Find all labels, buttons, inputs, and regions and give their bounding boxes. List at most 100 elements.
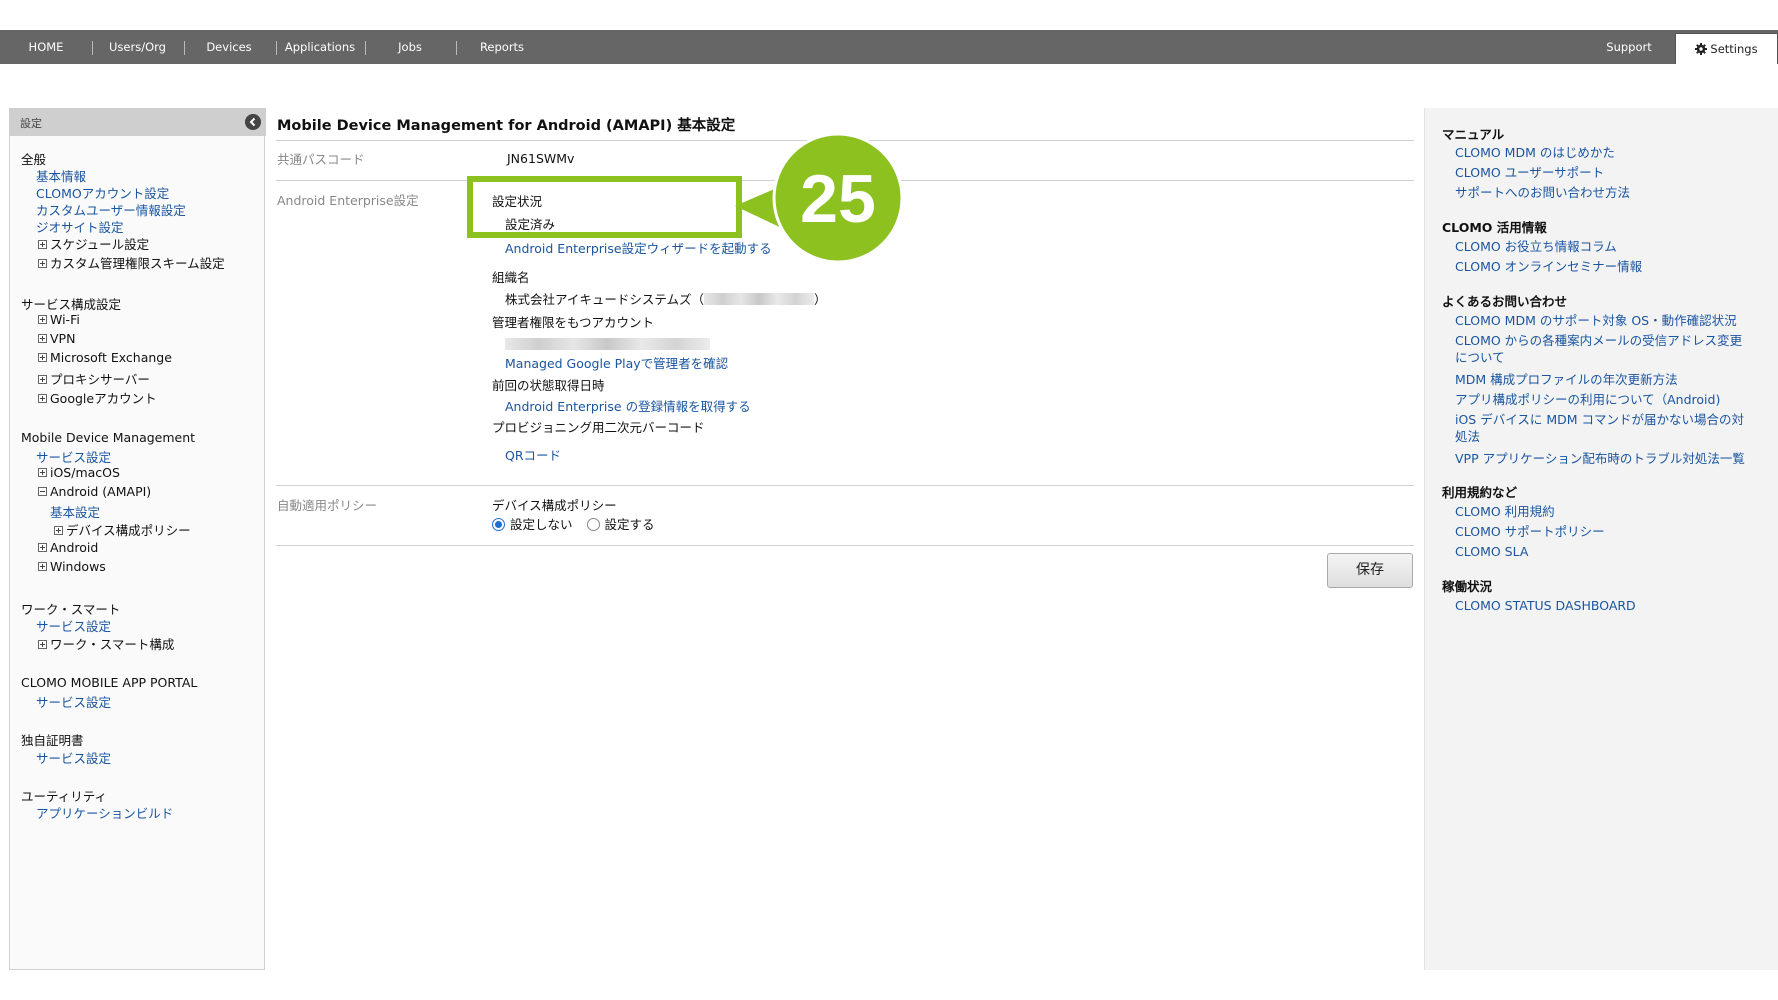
divider [276, 545, 1414, 546]
passcode-label: 共通パスコード [277, 152, 365, 167]
sidebar-item-wifi[interactable]: Wi-Fi [38, 312, 80, 327]
sidebar-link-mdm-service[interactable]: サービス設定 [36, 447, 111, 466]
admin-account-value [505, 337, 710, 352]
nav-reports[interactable]: Reports [466, 30, 538, 64]
sidebar-item-android-amapi[interactable]: Android (AMAPI) [38, 484, 151, 499]
expand-icon [38, 353, 47, 362]
expand-icon [38, 562, 47, 571]
sidebar-item-android[interactable]: Android [38, 540, 98, 555]
sidebar-item-label: Android [50, 540, 99, 555]
help-link[interactable]: CLOMO からの各種案内メールの受信アドレス変更 [1455, 332, 1742, 349]
nav-home[interactable]: HOME [20, 30, 72, 64]
radio-setting[interactable]: 設定する [586, 517, 655, 532]
sidebar-item-schedule[interactable]: スケジュール設定 [38, 234, 149, 253]
help-link[interactable]: サポートへのお問い合わせ方法 [1455, 184, 1630, 201]
passcode-value: JN61SWMv [507, 151, 575, 166]
sidebar-item-exchange[interactable]: Microsoft Exchange [38, 350, 172, 365]
help-link[interactable]: MDM 構成プロファイルの年次更新方法 [1455, 371, 1678, 388]
section-portal: CLOMO MOBILE APP PORTAL [21, 675, 198, 690]
settings-sidebar: 設定 全般 基本情報 CLOMOアカウント設定 カスタムユーザー情報設定 ジオサ… [9, 108, 266, 970]
help-link[interactable]: CLOMO 利用規約 [1455, 503, 1555, 520]
help-link[interactable]: CLOMO STATUS DASHBOARD [1455, 597, 1636, 614]
radio-no-setting[interactable]: 設定しない [492, 517, 573, 532]
sidebar-item-label: Android (AMAPI) [50, 484, 152, 499]
nav-separator [92, 41, 93, 55]
expand-icon [38, 334, 47, 343]
expand-icon [38, 543, 47, 552]
page-title: Mobile Device Management for Android (AM… [277, 118, 736, 134]
terms-heading: 利用規約など [1442, 485, 1518, 500]
help-link[interactable]: CLOMO SLA [1455, 543, 1528, 560]
sidebar-item-label: ワーク・スマート構成 [50, 637, 175, 652]
faq-heading: よくあるお問い合わせ [1442, 294, 1568, 309]
info-heading: CLOMO 活用情報 [1442, 220, 1547, 235]
sidebar-link-amapi-basic[interactable]: 基本設定 [50, 502, 100, 521]
android-enterprise-label: Android Enterprise設定 [277, 193, 419, 208]
device-policy-label: デバイス構成ポリシー [492, 498, 617, 513]
help-link[interactable]: CLOMO MDM のサポート対象 OS・動作確認状況 [1455, 312, 1737, 329]
help-link[interactable]: CLOMO MDM のはじめかた [1455, 144, 1615, 161]
nav-separator [276, 41, 277, 55]
sidebar-link-worksmart-service[interactable]: サービス設定 [36, 616, 111, 635]
nav-applications[interactable]: Applications [282, 30, 358, 64]
nav-separator [365, 41, 366, 55]
redacted-text [505, 338, 710, 350]
sidebar-item-device-policy[interactable]: デバイス構成ポリシー [54, 520, 191, 539]
expand-icon [38, 315, 47, 324]
help-link[interactable]: 処法 [1455, 428, 1480, 445]
sidebar-item-label: Googleアカウント [50, 391, 157, 406]
sidebar-item-custom-admin[interactable]: カスタム管理権限スキーム設定 [38, 253, 225, 272]
nav-devices[interactable]: Devices [192, 30, 266, 64]
sidebar-link-app-build[interactable]: アプリケーションビルド [36, 803, 173, 822]
sidebar-item-label: Microsoft Exchange [50, 350, 172, 365]
nav-support[interactable]: Support [1596, 30, 1662, 64]
help-link[interactable]: CLOMO お役立ち情報コラム [1455, 238, 1617, 255]
nav-users-org[interactable]: Users/Org [100, 30, 175, 64]
nav-jobs[interactable]: Jobs [376, 30, 444, 64]
sidebar-item-vpn[interactable]: VPN [38, 331, 75, 346]
help-link[interactable]: について [1455, 349, 1505, 366]
managed-google-play-link[interactable]: Managed Google Playで管理者を確認 [505, 353, 728, 372]
help-link[interactable]: VPP アプリケーション配布時のトラブル対処法一覧 [1455, 450, 1745, 467]
admin-account-label: 管理者権限をもつアカウント [492, 315, 655, 330]
sidebar-item-worksmart-config[interactable]: ワーク・スマート構成 [38, 634, 174, 653]
barcode-label: プロビジョニング用二次元バーコード [492, 420, 705, 435]
sidebar-item-google[interactable]: Googleアカウント [38, 388, 157, 407]
collapse-sidebar-icon[interactable] [245, 114, 261, 130]
sidebar-item-label: デバイス構成ポリシー [66, 523, 191, 538]
sidebar-item-proxy[interactable]: プロキシサーバー [38, 369, 150, 388]
nav-separator [184, 41, 185, 55]
help-link[interactable]: CLOMO オンラインセミナー情報 [1455, 258, 1642, 275]
sidebar-item-label: Windows [50, 559, 106, 574]
sidebar-header: 設定 [10, 108, 266, 136]
top-nav: HOME Users/Org Devices Applications Jobs… [0, 30, 1778, 64]
sidebar-link-cert-service[interactable]: サービス設定 [36, 748, 111, 767]
help-link[interactable]: CLOMO ユーザーサポート [1455, 164, 1604, 181]
qr-code-link[interactable]: QRコード [505, 445, 561, 464]
status-heading: 稼働状況 [1442, 579, 1493, 594]
expand-icon [54, 526, 63, 535]
callout-number: 25 [800, 161, 876, 237]
auto-policy-label: 自動適用ポリシー [277, 498, 378, 513]
expand-icon [38, 468, 47, 477]
radio-button[interactable] [492, 518, 505, 531]
radio-button[interactable] [586, 518, 600, 531]
nav-settings-tab[interactable]: Settings [1675, 33, 1778, 64]
last-fetch-label: 前回の状態取得日時 [492, 378, 605, 393]
collapse-icon [38, 487, 47, 496]
sidebar-link-portal-service[interactable]: サービス設定 [36, 692, 111, 711]
help-sidebar: マニュアル CLOMO MDM のはじめかた CLOMO ユーザーサポート サポ… [1424, 108, 1778, 970]
save-button[interactable]: 保存 [1327, 553, 1413, 588]
sidebar-item-label: Wi-Fi [50, 312, 80, 327]
help-link[interactable]: iOS デバイスに MDM コマンドが届かない場合の対 [1455, 411, 1744, 428]
help-link[interactable]: アプリ構成ポリシーの利用について（Android) [1455, 391, 1720, 408]
sidebar-item-label: カスタム管理権限スキーム設定 [50, 256, 225, 271]
fetch-registration-link[interactable]: Android Enterprise の登録情報を取得する [505, 396, 751, 415]
help-link[interactable]: CLOMO サポートポリシー [1455, 523, 1605, 540]
sidebar-item-ios[interactable]: iOS/macOS [38, 465, 120, 480]
sidebar-item-label: スケジュール設定 [50, 237, 150, 252]
sidebar-item-windows[interactable]: Windows [38, 559, 106, 574]
sidebar-item-label: iOS/macOS [50, 465, 120, 480]
expand-icon [38, 240, 47, 249]
expand-icon [38, 640, 47, 649]
